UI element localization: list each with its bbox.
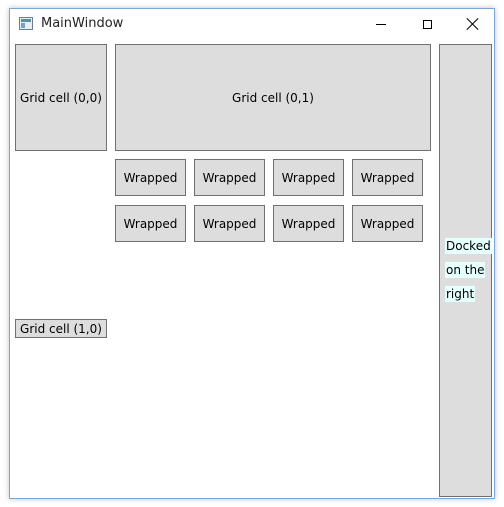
wrapped-button[interactable]: Wrapped — [194, 159, 265, 196]
wrapped-button[interactable]: Wrapped — [115, 205, 186, 242]
close-button[interactable] — [450, 9, 496, 39]
maximize-button[interactable] — [404, 9, 450, 39]
wrapped-button[interactable]: Wrapped — [273, 159, 344, 196]
minimize-button[interactable] — [358, 9, 404, 39]
grid-cell-0-0[interactable]: Grid cell (0,0) — [15, 44, 107, 151]
docked-text-line: on the — [445, 262, 486, 278]
maximize-icon — [422, 19, 432, 29]
grid-cell-1-0[interactable]: Grid cell (1,0) — [15, 319, 107, 338]
wrapped-button[interactable]: Wrapped — [352, 159, 423, 196]
wrapped-button[interactable]: Wrapped — [273, 205, 344, 242]
docked-text-line: Docked — [445, 238, 492, 254]
app-window-icon — [19, 17, 33, 30]
window-content: Grid cell (0,0) Grid cell (0,1) Grid cel… — [10, 39, 494, 499]
title-bar[interactable]: MainWindow — [10, 9, 494, 39]
window-title: MainWindow — [41, 16, 124, 31]
docked-text-block: Docked on the right — [445, 238, 492, 310]
main-window: MainWindow Grid cell (0,0) Grid cell (0,… — [9, 8, 495, 499]
wrapped-button[interactable]: Wrapped — [194, 205, 265, 242]
close-icon — [467, 18, 479, 30]
wrapped-button[interactable]: Wrapped — [352, 205, 423, 242]
grid-cell-0-1[interactable]: Grid cell (0,1) — [115, 44, 431, 151]
wrapped-button[interactable]: Wrapped — [115, 159, 186, 196]
docked-right-panel[interactable]: Docked on the right — [439, 44, 492, 497]
docked-text-line: right — [445, 286, 476, 302]
minimize-icon — [376, 23, 386, 25]
